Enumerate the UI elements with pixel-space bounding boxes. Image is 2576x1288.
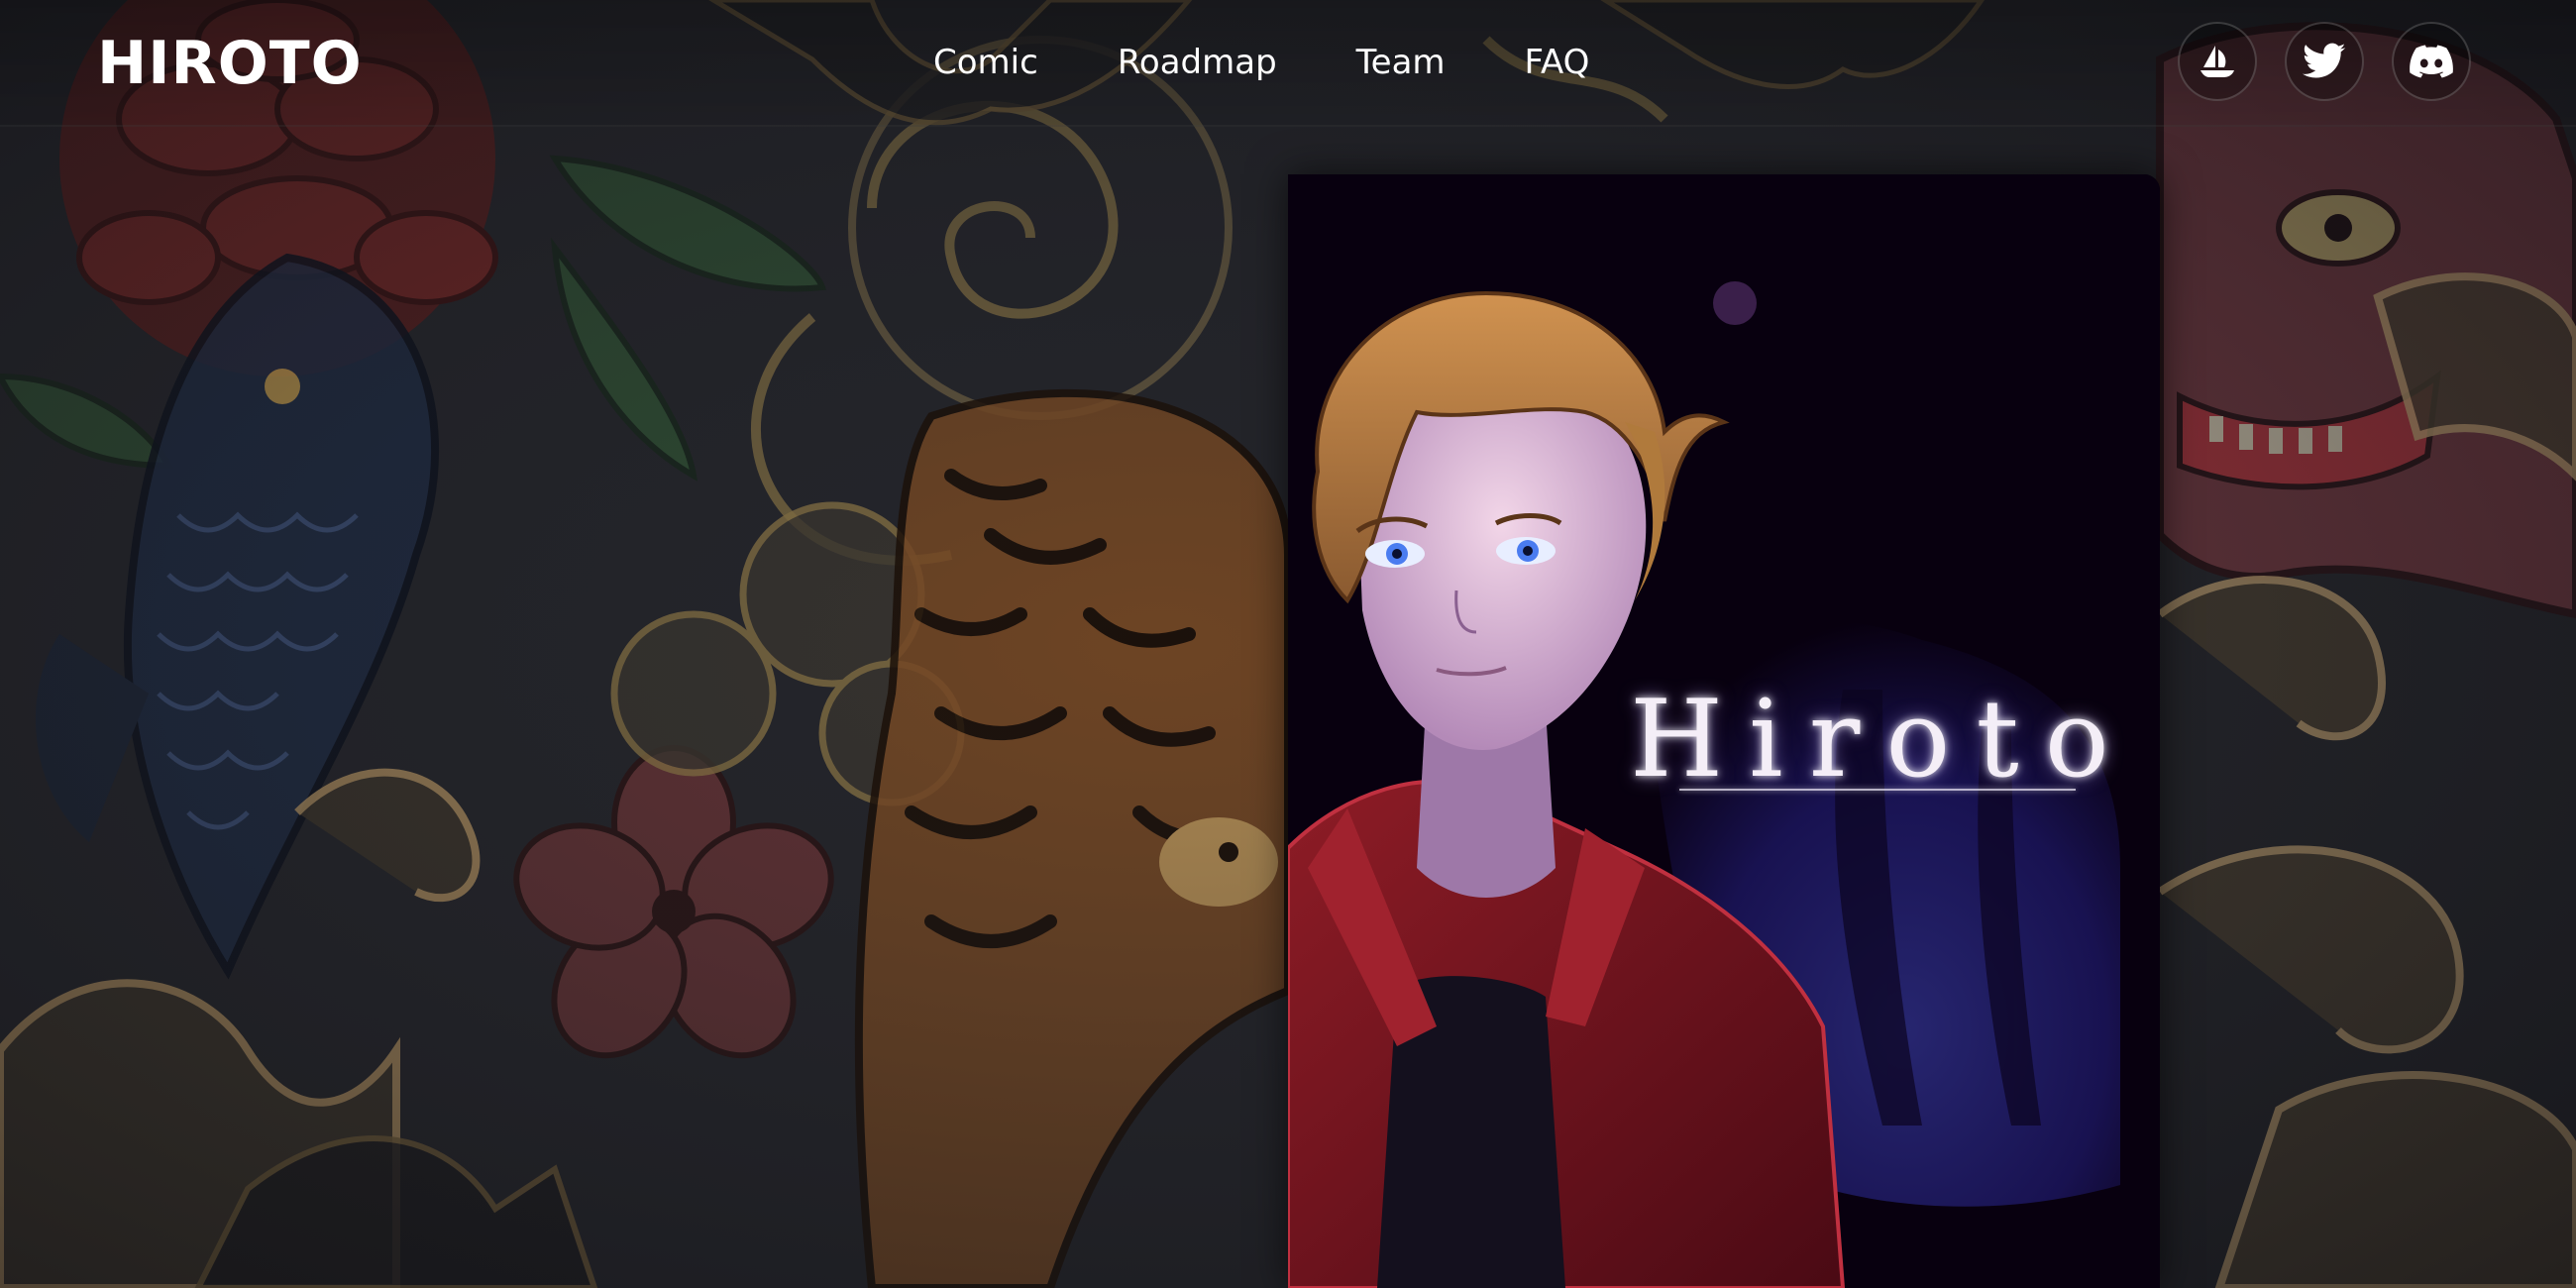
social-links [2178,22,2471,101]
nav-link-comic[interactable]: Comic [933,38,1038,87]
cover-title-underline [1679,789,2076,791]
twitter-button[interactable] [2285,22,2364,101]
nav-link-faq[interactable]: FAQ [1525,38,1590,87]
cover-title: Hiroto [1630,678,2135,802]
main-nav: Comic Roadmap Team FAQ [933,38,1589,87]
discord-button[interactable] [2392,22,2471,101]
opensea-button[interactable] [2178,22,2257,101]
nav-link-roadmap[interactable]: Roadmap [1118,38,1277,87]
discord-icon [2410,45,2453,78]
nav-link-team[interactable]: Team [1356,38,1446,87]
site-logo[interactable]: HIROTO [97,28,363,99]
twitter-bird-icon [2303,43,2346,78]
comic-cover[interactable]: Hiroto [1288,174,2160,1288]
sailboat-icon [2200,46,2234,77]
site-header: HIROTO Comic Roadmap Team FAQ [0,0,2576,127]
